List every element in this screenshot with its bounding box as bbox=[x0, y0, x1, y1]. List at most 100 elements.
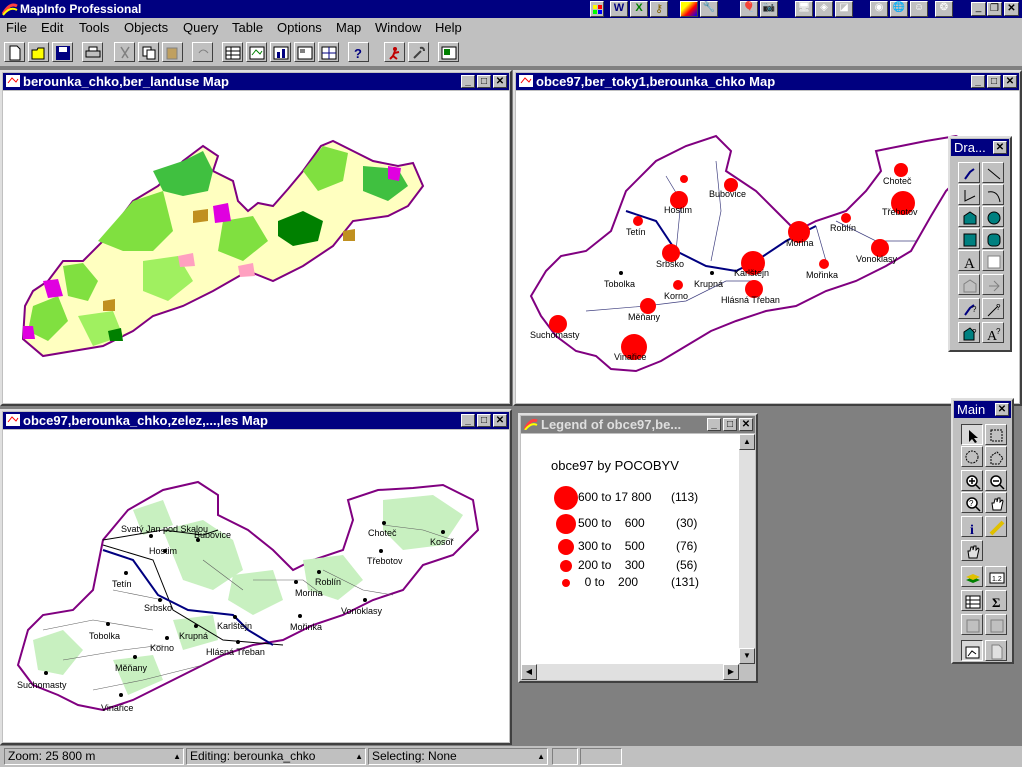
region-style-button[interactable]: ? bbox=[958, 322, 980, 343]
obce-toky-map-window[interactable]: obce97,ber_toky1,berounka_chko Map _ □ ✕ bbox=[513, 70, 1022, 406]
minimize-button[interactable]: _ bbox=[707, 418, 721, 431]
scroll-left-button[interactable]: ◀ bbox=[521, 664, 537, 680]
menu-edit[interactable]: Edit bbox=[41, 20, 63, 35]
scroll-down-button[interactable]: ▼ bbox=[739, 648, 755, 664]
polygon-select-button[interactable] bbox=[985, 446, 1007, 467]
cube-icon[interactable]: ◈ bbox=[815, 1, 833, 17]
radius-select-button[interactable] bbox=[961, 446, 983, 467]
obce-toky-map-svg[interactable]: Choteč Třebotov Bubovice Hostim Tetín Ro… bbox=[516, 91, 1019, 403]
close-button[interactable]: ✕ bbox=[1003, 75, 1017, 88]
zoom-in-button[interactable] bbox=[961, 470, 983, 491]
menu-map[interactable]: Map bbox=[336, 20, 361, 35]
show-statistics-button[interactable]: 1.2 bbox=[985, 566, 1007, 587]
editing-status[interactable]: Editing: berounka_chko ▲ bbox=[186, 748, 366, 765]
add-node-tool-button[interactable] bbox=[982, 274, 1004, 295]
menu-table[interactable]: Table bbox=[232, 20, 263, 35]
scroll-right-button[interactable]: ▶ bbox=[723, 664, 739, 680]
landuse-map-canvas[interactable] bbox=[3, 91, 509, 403]
minimize-button[interactable]: _ bbox=[971, 75, 985, 88]
tool-manager-button[interactable] bbox=[408, 42, 429, 62]
zoom-status[interactable]: Zoom: 25 800 m ▲ bbox=[4, 748, 184, 765]
symbol-tool-button[interactable] bbox=[958, 162, 980, 183]
new-browser-button[interactable] bbox=[222, 42, 243, 62]
rounded-rectangle-tool-button[interactable] bbox=[982, 228, 1004, 249]
balloon-icon[interactable]: 🎈 bbox=[740, 1, 758, 17]
menu-objects[interactable]: Objects bbox=[124, 20, 168, 35]
grabber-button[interactable] bbox=[985, 492, 1007, 513]
legend-window[interactable]: Legend of obce97,be... _ □ ✕ obce97 by P… bbox=[518, 413, 758, 683]
maximize-button[interactable]: □ bbox=[477, 75, 491, 88]
ruler-button[interactable] bbox=[985, 516, 1007, 537]
line-style-button[interactable]: ? bbox=[982, 298, 1004, 319]
obce-toky-map-canvas[interactable]: Choteč Třebotov Bubovice Hostim Tetín Ro… bbox=[516, 91, 1019, 403]
text-tool-button[interactable]: A bbox=[958, 250, 980, 271]
legend-horizontal-scrollbar[interactable]: ◀ ▶ bbox=[521, 664, 739, 680]
landuse-map-window[interactable]: berounka_chko,ber_landuse Map _ □ ✕ bbox=[0, 70, 512, 406]
minimize-button[interactable]: _ bbox=[971, 2, 986, 16]
open-file-button[interactable] bbox=[28, 42, 49, 62]
main-palette[interactable]: Main ✕ ? i 1.2 Σ bbox=[951, 398, 1014, 664]
close-button[interactable]: ✕ bbox=[993, 141, 1007, 154]
new-mapper-button[interactable] bbox=[246, 42, 267, 62]
monitor-icon[interactable]: 🖥 bbox=[795, 1, 813, 17]
browser-button[interactable] bbox=[961, 590, 983, 611]
key-icon[interactable]: ⚷ bbox=[650, 1, 668, 17]
selecting-status[interactable]: Selecting: None ▲ bbox=[368, 748, 548, 765]
run-mapbasic-button[interactable] bbox=[384, 42, 405, 62]
new-file-button[interactable] bbox=[4, 42, 25, 62]
help-pointer-button[interactable]: ? bbox=[348, 42, 369, 62]
landuse-map-titlebar[interactable]: berounka_chko,ber_landuse Map _ □ ✕ bbox=[3, 73, 509, 90]
paste-button[interactable] bbox=[162, 42, 183, 62]
layer-control-button[interactable] bbox=[961, 566, 983, 587]
globe-icon[interactable]: 🌐 bbox=[890, 1, 908, 17]
close-button[interactable]: ✕ bbox=[739, 418, 753, 431]
menu-help[interactable]: Help bbox=[435, 20, 462, 35]
rectangle-tool-button[interactable] bbox=[958, 228, 980, 249]
eraser-icon[interactable]: ◪ bbox=[835, 1, 853, 17]
obce-zelez-map-canvas[interactable]: Svatý Jan pod Skalou Bubovice Hostim Cho… bbox=[3, 430, 509, 742]
sum-button[interactable]: Σ bbox=[985, 590, 1007, 611]
undo-button[interactable] bbox=[192, 42, 213, 62]
ellipse-tool-button[interactable] bbox=[982, 206, 1004, 227]
line-tool-button[interactable] bbox=[982, 162, 1004, 183]
obce-zelez-map-titlebar[interactable]: obce97,berounka_chko,zelez,...,les Map _… bbox=[3, 412, 509, 429]
menu-query[interactable]: Query bbox=[183, 20, 218, 35]
reshape-tool-button[interactable] bbox=[958, 274, 980, 295]
menu-options[interactable]: Options bbox=[277, 20, 322, 35]
landuse-map-svg[interactable] bbox=[3, 91, 509, 403]
close-button[interactable]: ✕ bbox=[493, 75, 507, 88]
drawing-palette-titlebar[interactable]: Dra... ✕ bbox=[951, 139, 1009, 156]
word-icon[interactable]: W bbox=[610, 1, 628, 17]
menu-window[interactable]: Window bbox=[375, 20, 421, 35]
save-button[interactable] bbox=[52, 42, 73, 62]
obce-zelez-map-svg[interactable]: Svatý Jan pod Skalou Bubovice Hostim Cho… bbox=[3, 430, 509, 742]
new-graph-button[interactable] bbox=[270, 42, 291, 62]
new-layout-button[interactable] bbox=[294, 42, 315, 62]
document-button[interactable] bbox=[985, 640, 1007, 661]
excel-icon[interactable]: X bbox=[630, 1, 648, 17]
layer-control-button[interactable] bbox=[438, 42, 459, 62]
redistrict-button[interactable] bbox=[318, 42, 339, 62]
print-button[interactable] bbox=[82, 42, 103, 62]
obce-toky-map-titlebar[interactable]: obce97,ber_toky1,berounka_chko Map _ □ ✕ bbox=[516, 73, 1019, 90]
scroll-up-button[interactable]: ▲ bbox=[739, 434, 755, 450]
copy-button[interactable] bbox=[138, 42, 159, 62]
maximize-button[interactable]: □ bbox=[723, 418, 737, 431]
polygon-tool-button[interactable] bbox=[958, 206, 980, 227]
symbol-style-button[interactable]: ? bbox=[958, 298, 980, 319]
legend-titlebar[interactable]: Legend of obce97,be... _ □ ✕ bbox=[521, 416, 755, 433]
mapinfo-icon[interactable] bbox=[680, 1, 698, 17]
text-style-button[interactable]: A? bbox=[982, 322, 1004, 343]
menu-file[interactable]: File bbox=[6, 20, 27, 35]
color-grid-icon[interactable] bbox=[590, 1, 604, 17]
legend-style-button[interactable] bbox=[985, 614, 1007, 635]
obce-zelez-map-window[interactable]: obce97,berounka_chko,zelez,...,les Map _… bbox=[0, 409, 512, 745]
restore-button[interactable]: ❐ bbox=[987, 2, 1002, 16]
people-icon[interactable]: ☺ bbox=[910, 1, 928, 17]
polyline-tool-button[interactable] bbox=[958, 184, 980, 205]
maximize-button[interactable]: □ bbox=[477, 414, 491, 427]
frame-tool-button[interactable] bbox=[982, 250, 1004, 271]
info-tool-button[interactable]: i bbox=[961, 516, 983, 537]
change-view-button[interactable]: ? bbox=[961, 492, 983, 513]
hotlink-button[interactable] bbox=[961, 540, 983, 561]
